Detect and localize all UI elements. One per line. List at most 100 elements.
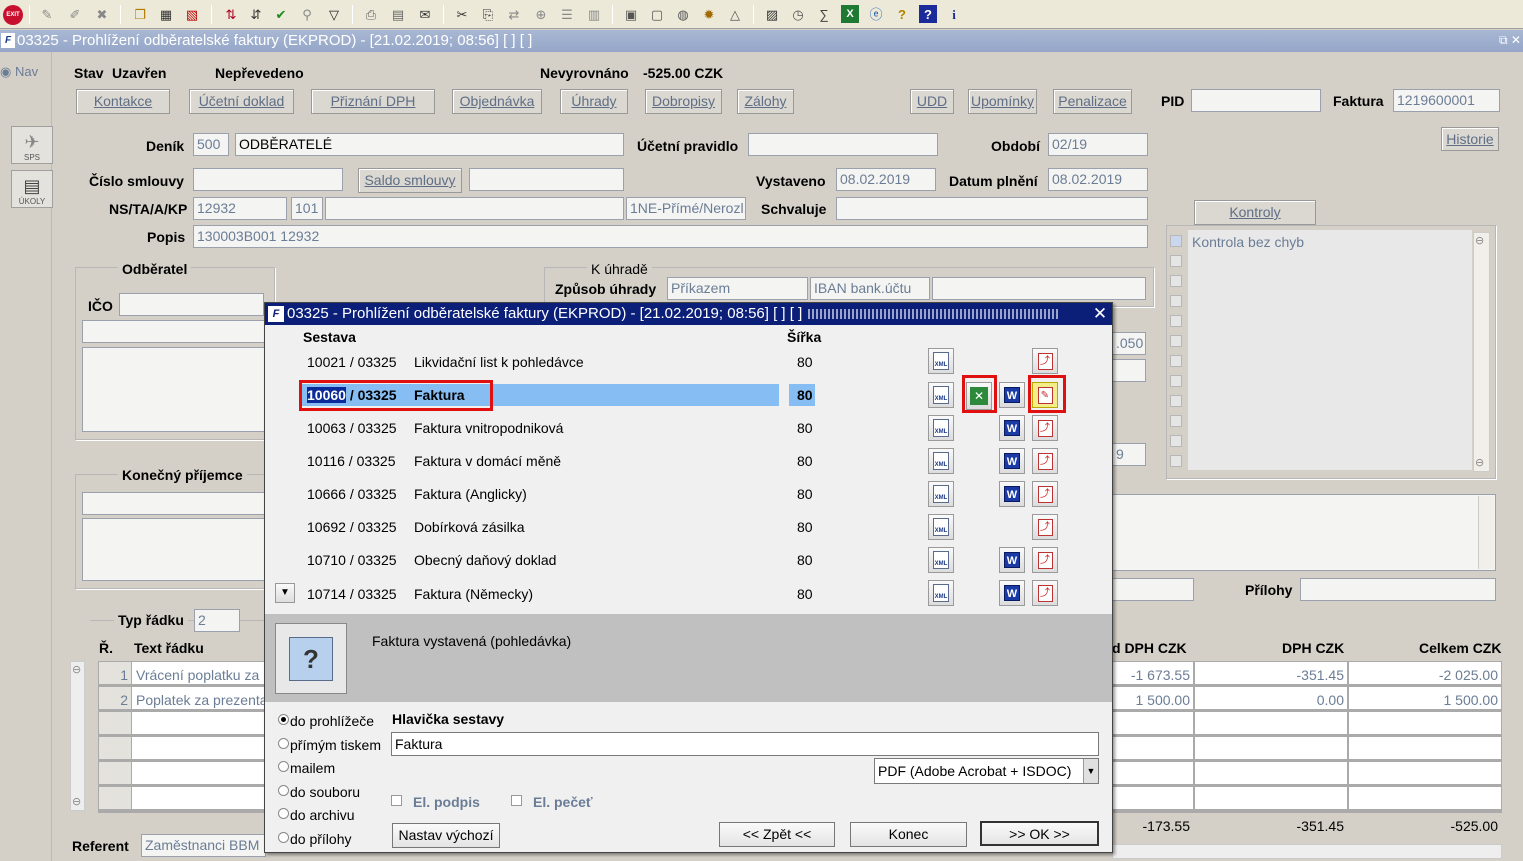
delete-record-icon[interactable]: ✖ [93, 5, 111, 23]
report-row[interactable]: 10116 / 03325 Faktura v domácí měně 80 [265, 445, 1112, 478]
cislo-smlouvy-field[interactable] [193, 168, 343, 191]
kp-field[interactable]: 1NE-Přímé/Nerozl. [626, 197, 746, 220]
ucetni-doklad-button[interactable]: Účetní doklad [189, 89, 294, 114]
nav-toggle[interactable]: ◉ Nav [0, 64, 38, 80]
ta-field[interactable]: 101 [291, 197, 323, 220]
xml-export-icon[interactable]: XML [928, 348, 954, 374]
print-icon[interactable]: ⎙ [362, 5, 380, 23]
line-1-text[interactable]: Vrácení poplatku za [136, 667, 264, 683]
option-do-prilohy[interactable]: do přílohy [290, 831, 351, 847]
a-field[interactable] [325, 197, 624, 220]
checkbox-10[interactable] [1170, 415, 1182, 427]
iban-field[interactable]: IBAN bank.účtu [810, 277, 930, 300]
popis-field[interactable]: 130003B001 12932 [193, 225, 1148, 248]
pid-field[interactable] [1191, 89, 1321, 112]
report-row[interactable]: 10063 / 03325 Faktura vnitropodniková 80 [265, 412, 1112, 445]
rate-field[interactable]: .050 [1112, 332, 1146, 355]
copy-icon[interactable]: ❐ [131, 5, 149, 23]
kontakce-button[interactable]: Kontakce [76, 89, 170, 114]
zpet-button[interactable]: << Zpět << [719, 822, 835, 847]
chart-icon[interactable]: ▨ [763, 5, 781, 23]
zoom-icon[interactable]: ⊕ [532, 5, 550, 23]
pdf-export-icon[interactable]: ⤴ [1032, 514, 1058, 540]
denik-code-field[interactable]: 500 [193, 133, 229, 156]
datum-plneni-field[interactable]: 08.02.2019 [1048, 168, 1148, 191]
option-do-souboru[interactable]: do souboru [290, 784, 360, 800]
window-controls[interactable]: ⧉ ✕ [1495, 33, 1521, 48]
kontrola-checkbox[interactable] [1170, 235, 1182, 247]
xml-export-icon[interactable]: XML [928, 481, 954, 507]
xml-export-icon[interactable]: XML [928, 448, 954, 474]
records-icon[interactable]: ▦ [157, 5, 175, 23]
ukoly-button[interactable]: ▤ ÚKOLY [11, 170, 53, 208]
tools-icon[interactable]: ⚲ [298, 5, 316, 23]
word-export-icon[interactable]: W [999, 481, 1025, 507]
kontroly-scrollbar[interactable] [1473, 232, 1490, 472]
checkbox-3[interactable] [1170, 275, 1182, 287]
list-icon[interactable]: ☰ [558, 5, 576, 23]
option-primym-tiskem[interactable]: přímým tiskem [290, 737, 381, 753]
xml-export-icon[interactable]: XML [928, 514, 954, 540]
zpusob-uhrady-field[interactable]: Příkazem [667, 277, 808, 300]
chevron-down-icon[interactable]: ▼ [1083, 759, 1098, 783]
xml-export-icon[interactable]: XML [928, 580, 954, 606]
checkbox-7[interactable] [1170, 355, 1182, 367]
checkbox-6[interactable] [1170, 335, 1182, 347]
checkbox-11[interactable] [1170, 435, 1182, 447]
sort-asc-icon[interactable]: ⇅ [222, 5, 240, 23]
xml-export-icon[interactable]: XML [928, 547, 954, 573]
obdobi-field[interactable]: 02/19 [1048, 133, 1148, 156]
saldo-smlouvy-button[interactable]: Saldo smlouvy [358, 168, 462, 193]
extra-field-1[interactable] [1112, 359, 1146, 382]
referent-field[interactable]: Zaměstnanci BBM [141, 834, 266, 857]
ok-button[interactable]: >> OK >> [980, 821, 1099, 846]
lines-h-scrollbar[interactable] [1112, 844, 1502, 859]
bank-account-field[interactable] [932, 277, 1146, 300]
pdf-export-icon[interactable]: ⤴ [1032, 580, 1058, 606]
info-icon[interactable]: i [945, 5, 963, 23]
pdf-export-icon[interactable]: ⤴ [1032, 547, 1058, 573]
remove-records-icon[interactable]: ▧ [183, 5, 201, 23]
columns-icon[interactable]: ▥ [585, 5, 603, 23]
extra-field-2[interactable]: 9 [1112, 443, 1146, 466]
word-export-icon[interactable]: W [999, 580, 1025, 606]
priznani-dph-button[interactable]: Přiznání DPH [311, 89, 435, 114]
format-select[interactable]: PDF (Adobe Acrobat + ISDOC) [874, 758, 1099, 784]
xml-export-icon[interactable]: XML [928, 382, 954, 408]
checkbox-8[interactable] [1170, 375, 1182, 387]
context-help-icon[interactable]: ? [919, 5, 937, 23]
hlavicka-input[interactable]: Faktura [391, 732, 1099, 756]
lines-scroll-up-icon[interactable]: ⊖ [72, 663, 81, 676]
radio-primym-tiskem[interactable] [278, 738, 289, 749]
exit-icon[interactable]: EXIT [3, 5, 23, 25]
faktura-field[interactable]: 1219600001 [1393, 89, 1500, 112]
penalizace-button[interactable]: Penalizace [1053, 89, 1132, 114]
ico-field[interactable] [119, 293, 264, 316]
sort-desc-icon[interactable]: ⇵ [247, 5, 265, 23]
word-export-icon[interactable]: W [999, 415, 1025, 441]
report-row[interactable]: 10710 / 03325 Obecný daňový doklad 80 [265, 544, 1112, 577]
checkbox-9[interactable] [1170, 395, 1182, 407]
scroll-down-icon[interactable]: ⊖ [1475, 456, 1484, 469]
checkbox-2[interactable] [1170, 255, 1182, 267]
clock-icon[interactable]: ◷ [789, 5, 807, 23]
dobropisy-button[interactable]: Dobropisy [645, 89, 722, 114]
vystaveno-field[interactable]: 08.02.2019 [836, 168, 936, 191]
checkbox-5[interactable] [1170, 315, 1182, 327]
pdf-export-icon[interactable]: ⤴ [1032, 348, 1058, 374]
objednavka-button[interactable]: Objednávka [452, 89, 542, 114]
kontroly-tab[interactable]: Kontroly [1194, 200, 1316, 225]
mail-icon[interactable]: ✉ [416, 5, 434, 23]
ns-field[interactable]: 12932 [193, 197, 287, 220]
schvaluje-field[interactable] [836, 197, 1148, 220]
historie-button[interactable]: Historie [1441, 127, 1499, 151]
report-row[interactable]: 10714 / 03325 Faktura (Německy) 80 [265, 578, 1112, 611]
internet-icon[interactable]: ⓔ [867, 5, 885, 23]
print-preview-icon[interactable]: ▤ [389, 5, 407, 23]
prijemce-address-field[interactable] [82, 518, 267, 581]
line-2-text[interactable]: Poplatek za prezenta [136, 692, 264, 708]
el-podpis-checkbox[interactable] [391, 795, 402, 806]
konec-button[interactable]: Konec [850, 822, 967, 847]
confirm-icon[interactable]: ✔ [272, 5, 290, 23]
el-pecet-checkbox[interactable] [511, 795, 522, 806]
